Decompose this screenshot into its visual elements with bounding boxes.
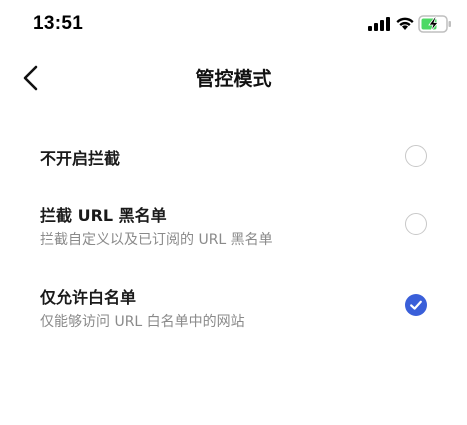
wifi-icon — [396, 17, 414, 30]
option-subtitle: 仅能够访问 URL 白名单中的网站 — [40, 314, 245, 330]
status-time: 13:51 — [33, 13, 84, 34]
navigation-bar: 管控模式 — [0, 50, 467, 106]
battery-charging-icon — [418, 15, 451, 33]
status-bar: 13:51 — [0, 0, 467, 50]
radio-button-checked[interactable] — [405, 294, 427, 316]
option-title: 仅允许白名单 — [40, 288, 137, 307]
cellular-signal-icon — [368, 17, 390, 31]
option-subtitle: 拦截自定义以及已订阅的 URL 黑名单 — [40, 232, 273, 248]
option-title: 不开启拦截 — [40, 149, 121, 168]
radio-button-unchecked[interactable] — [405, 145, 427, 167]
screen: 13:51 管控模式 不开启拦截 拦截 URL 黑名单 拦截自定义以及已订阅的 … — [0, 0, 467, 425]
option-title: 拦截 URL 黑名单 — [40, 206, 167, 225]
page-title: 管控模式 — [195, 68, 272, 90]
checkmark-icon — [410, 300, 422, 310]
option-block-blacklist[interactable]: 拦截 URL 黑名单 拦截自定义以及已订阅的 URL 黑名单 — [0, 196, 467, 256]
option-no-blocking[interactable]: 不开启拦截 — [0, 136, 467, 176]
radio-button-unchecked[interactable] — [405, 213, 427, 235]
option-whitelist-only[interactable]: 仅允许白名单 仅能够访问 URL 白名单中的网站 — [0, 278, 467, 338]
